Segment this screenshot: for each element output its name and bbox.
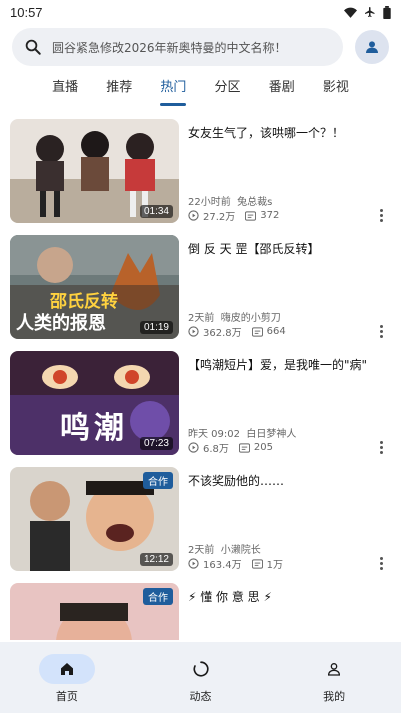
person-icon	[328, 663, 341, 676]
video-thumbnail[interactable]: 合作 12:12	[10, 467, 179, 571]
video-stats: 6.8万 205	[188, 440, 273, 455]
nav-me-label: 我的	[323, 690, 346, 703]
more-options-icon[interactable]	[373, 207, 389, 223]
view-count: 6.8万	[203, 444, 229, 455]
status-bar: 10:57	[0, 0, 401, 24]
search-row: 圆谷紧急修改2026年新奥特曼的中文名称！	[12, 28, 389, 66]
play-count-icon	[188, 326, 199, 337]
danmaku-icon	[251, 326, 263, 337]
tab-anime[interactable]: 番剧	[269, 76, 295, 106]
nav-dynamic-pill	[173, 654, 229, 684]
video-meta: 2天前 嗨皮的小剪刀	[188, 309, 281, 324]
nav-home-pill	[38, 654, 95, 684]
more-options-icon[interactable]	[373, 555, 389, 571]
play-count-icon	[188, 442, 199, 453]
avatar[interactable]	[355, 30, 389, 64]
video-meta: 22小时前 兔总裁s	[188, 193, 272, 208]
video-card[interactable]: 邵氏反转 人类的报恩 01:19 倒 反 天 罡【邵氏反转】 2天前 嗨皮的小剪…	[10, 235, 391, 343]
collab-badge: 合作	[143, 472, 173, 489]
view-count: 27.2万	[203, 212, 236, 223]
video-thumbnail[interactable]: 01:34	[10, 119, 179, 223]
danmaku-icon	[245, 210, 257, 221]
nav-dynamic-label: 动态	[189, 690, 212, 703]
collab-badge: 合作	[143, 588, 173, 605]
video-duration: 01:34	[139, 205, 173, 218]
tab-recommend[interactable]: 推荐	[106, 76, 132, 106]
video-title[interactable]: ⚡ 懂 你 意 思 ⚡	[188, 589, 384, 605]
tab-live[interactable]: 直播	[52, 76, 78, 106]
tab-hot[interactable]: 热门	[160, 76, 187, 106]
video-stats: 362.8万 664	[188, 324, 286, 339]
video-author[interactable]: 小濑院长	[221, 545, 261, 556]
video-time: 22小时前	[188, 197, 231, 208]
view-count: 362.8万	[203, 328, 242, 339]
play-count-icon	[188, 210, 199, 221]
thumbnail-overlay-text: 鸣潮	[60, 411, 128, 446]
video-author[interactable]: 白日梦神人	[246, 429, 296, 440]
video-thumbnail[interactable]: 合作	[10, 583, 179, 640]
search-input[interactable]: 圆谷紧急修改2026年新奥特曼的中文名称！	[12, 28, 343, 66]
tab-movies[interactable]: 影视	[323, 76, 349, 106]
nav-home-label: 首页	[55, 690, 78, 703]
video-meta: 2天前 小濑院长	[188, 541, 261, 556]
danmaku-count: 372	[260, 210, 280, 221]
person-icon	[366, 41, 378, 53]
video-thumbnail[interactable]: 邵氏反转 人类的报恩 01:19	[10, 235, 179, 339]
tab-zones[interactable]: 分区	[215, 76, 241, 106]
video-meta: 昨天 09:02 白日梦神人	[188, 425, 296, 440]
video-title[interactable]: 不该奖励他的……	[188, 473, 384, 489]
airplane-icon	[365, 7, 375, 17]
home-icon	[60, 663, 73, 675]
danmaku-count: 1万	[266, 560, 284, 571]
video-author[interactable]: 嗨皮的小剪刀	[221, 313, 281, 324]
more-options-icon[interactable]	[373, 323, 389, 339]
status-time: 10:57	[10, 4, 43, 20]
video-title[interactable]: 【鸣潮短片】爱，是我唯一的"病"	[188, 357, 384, 373]
category-tabs: 直播 推荐 热门 分区 番剧 影视	[0, 76, 401, 106]
nav-me-pill	[306, 654, 362, 684]
battery-icon	[383, 5, 391, 19]
thumbnail-overlay-text: 人类的报恩	[16, 313, 106, 334]
nav-dynamic[interactable]: 动态	[134, 642, 268, 713]
video-time: 2天前	[188, 545, 215, 556]
nav-me[interactable]: 我的	[267, 642, 401, 713]
circle-icon	[193, 661, 209, 677]
video-thumbnail[interactable]: 鸣潮 07:23	[10, 351, 179, 455]
video-card[interactable]: 合作 12:12 不该奖励他的…… 2天前 小濑院长 163.4万 1万	[10, 467, 391, 575]
wifi-icon	[344, 7, 357, 18]
danmaku-count: 205	[253, 442, 273, 453]
video-stats: 163.4万 1万	[188, 556, 283, 571]
danmaku-count: 664	[266, 326, 286, 337]
video-time: 2天前	[188, 313, 215, 324]
danmaku-icon	[238, 442, 250, 453]
video-author[interactable]: 兔总裁s	[237, 197, 272, 208]
video-time: 昨天 09:02	[188, 429, 240, 440]
video-card[interactable]: 合作 ⚡ 懂 你 意 思 ⚡	[10, 583, 391, 640]
view-count: 163.4万	[203, 560, 242, 571]
video-title[interactable]: 女友生气了，该哄哪一个？！	[188, 125, 384, 141]
search-placeholder: 圆谷紧急修改2026年新奥特曼的中文名称！	[52, 40, 287, 55]
video-title[interactable]: 倒 反 天 罡【邵氏反转】	[188, 241, 384, 257]
more-options-icon[interactable]	[373, 439, 389, 455]
play-count-icon	[188, 558, 199, 569]
video-duration: 07:23	[139, 437, 173, 450]
search-icon	[25, 39, 41, 55]
video-duration: 01:19	[139, 321, 173, 334]
video-card[interactable]: 鸣潮 07:23 【鸣潮短片】爱，是我唯一的"病" 昨天 09:02 白日梦神人…	[10, 351, 391, 459]
video-card[interactable]: 01:34 女友生气了，该哄哪一个？！ 22小时前 兔总裁s 27.2万 372	[10, 119, 391, 227]
nav-home[interactable]: 首页	[0, 642, 134, 713]
video-stats: 27.2万 372	[188, 208, 279, 223]
video-feed: 01:34 女友生气了，该哄哪一个？！ 22小时前 兔总裁s 27.2万 372…	[0, 112, 401, 640]
bottom-nav: 首页 动态 我的	[0, 642, 401, 713]
danmaku-icon	[251, 558, 263, 569]
video-duration: 12:12	[139, 553, 173, 566]
